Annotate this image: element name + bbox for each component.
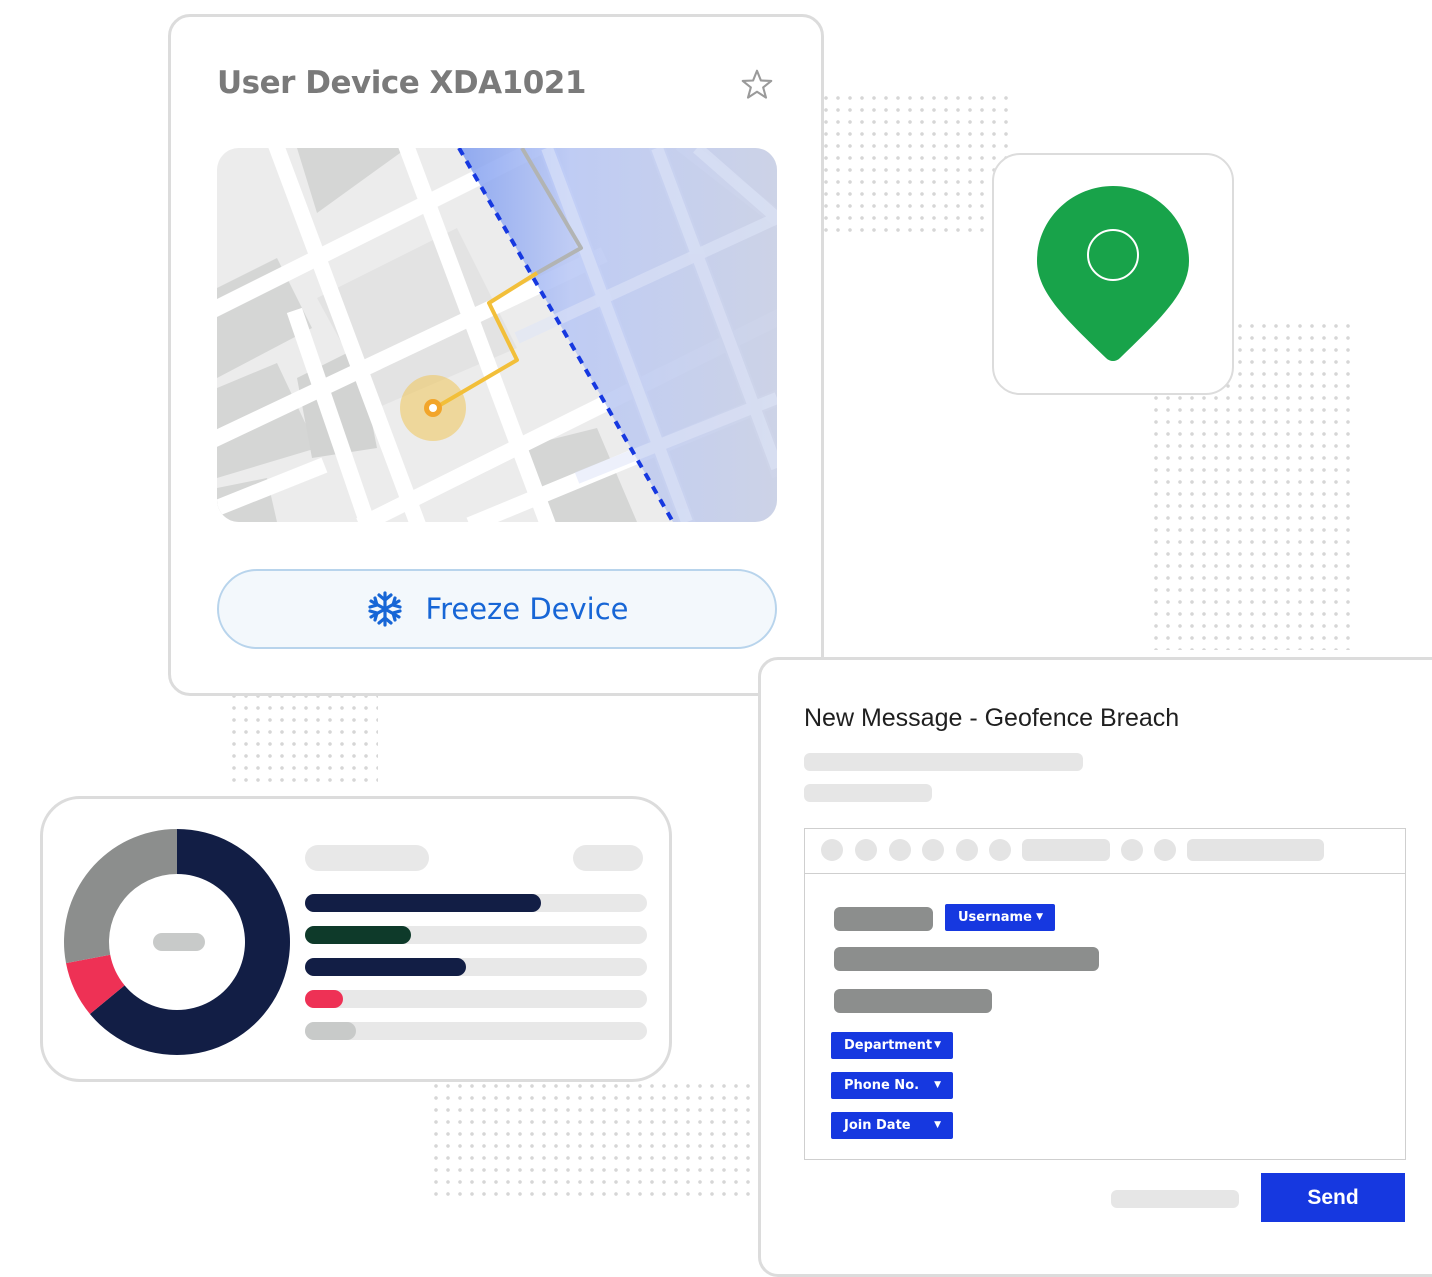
join-date-tag-label: Join Date xyxy=(844,1118,911,1133)
join-date-tag[interactable]: Join Date ▼ xyxy=(831,1112,953,1139)
bar-track xyxy=(305,1022,647,1040)
donut-chart xyxy=(63,829,290,1055)
department-tag[interactable]: Department ▼ xyxy=(831,1032,953,1059)
username-tag[interactable]: Username ▼ xyxy=(945,904,1055,931)
location-pin-card xyxy=(992,153,1234,395)
donut-center-label xyxy=(153,933,205,951)
star-icon[interactable] xyxy=(739,67,775,103)
toolbar-button[interactable] xyxy=(989,839,1011,861)
dot-pattern xyxy=(430,1080,760,1200)
placeholder-pill xyxy=(573,845,643,871)
map-graphic xyxy=(217,148,777,522)
bar-track xyxy=(305,926,647,944)
dot-pattern xyxy=(820,92,1010,232)
bar-fill xyxy=(305,926,411,944)
send-button[interactable]: Send xyxy=(1261,1173,1405,1222)
username-tag-label: Username xyxy=(958,910,1032,925)
subject-placeholder xyxy=(804,784,932,802)
bar-fill xyxy=(305,958,466,976)
bar-fill xyxy=(305,1022,356,1040)
toolbar-dropdown[interactable] xyxy=(1022,839,1110,861)
placeholder-pill xyxy=(305,845,429,871)
toolbar-button[interactable] xyxy=(922,839,944,861)
device-card: User Device XDA1021 Freeze Device xyxy=(168,14,824,696)
department-tag-label: Department xyxy=(844,1038,933,1053)
caret-down-icon: ▼ xyxy=(934,1120,941,1130)
secondary-action-placeholder[interactable] xyxy=(1111,1190,1239,1208)
toolbar-button[interactable] xyxy=(1121,839,1143,861)
location-pin-icon xyxy=(1037,186,1189,361)
bar-fill xyxy=(305,894,541,912)
text-placeholder xyxy=(834,947,1099,971)
caret-down-icon: ▼ xyxy=(934,1040,941,1050)
phone-tag-label: Phone No. xyxy=(844,1078,920,1093)
toolbar-button[interactable] xyxy=(821,839,843,861)
message-card: New Message - Geofence Breach Username ▼… xyxy=(758,657,1432,1277)
message-editor[interactable]: Username ▼ Department ▼ Phone No. ▼ Join… xyxy=(804,828,1406,1160)
caret-down-icon: ▼ xyxy=(934,1080,941,1090)
toolbar-button[interactable] xyxy=(1154,839,1176,861)
stats-chart-card xyxy=(40,796,672,1082)
text-placeholder xyxy=(834,907,933,931)
phone-tag[interactable]: Phone No. ▼ xyxy=(831,1072,953,1099)
toolbar-button[interactable] xyxy=(956,839,978,861)
freeze-device-button[interactable]: Freeze Device xyxy=(217,569,777,649)
bar-fill xyxy=(305,990,343,1008)
caret-down-icon: ▼ xyxy=(1036,912,1043,922)
device-map[interactable] xyxy=(217,148,777,522)
text-placeholder xyxy=(834,989,992,1013)
device-title: User Device XDA1021 xyxy=(217,65,586,101)
message-title: New Message - Geofence Breach xyxy=(804,704,1180,732)
freeze-device-label: Freeze Device xyxy=(425,592,629,626)
bar-track xyxy=(305,990,647,1008)
bar-track xyxy=(305,894,647,912)
toolbar-button[interactable] xyxy=(855,839,877,861)
snowflake-icon xyxy=(367,591,402,627)
toolbar-button[interactable] xyxy=(889,839,911,861)
recipient-placeholder xyxy=(804,753,1083,771)
editor-toolbar xyxy=(805,829,1405,874)
dot-pattern xyxy=(228,690,378,790)
bar-track xyxy=(305,958,647,976)
toolbar-dropdown[interactable] xyxy=(1187,839,1324,861)
